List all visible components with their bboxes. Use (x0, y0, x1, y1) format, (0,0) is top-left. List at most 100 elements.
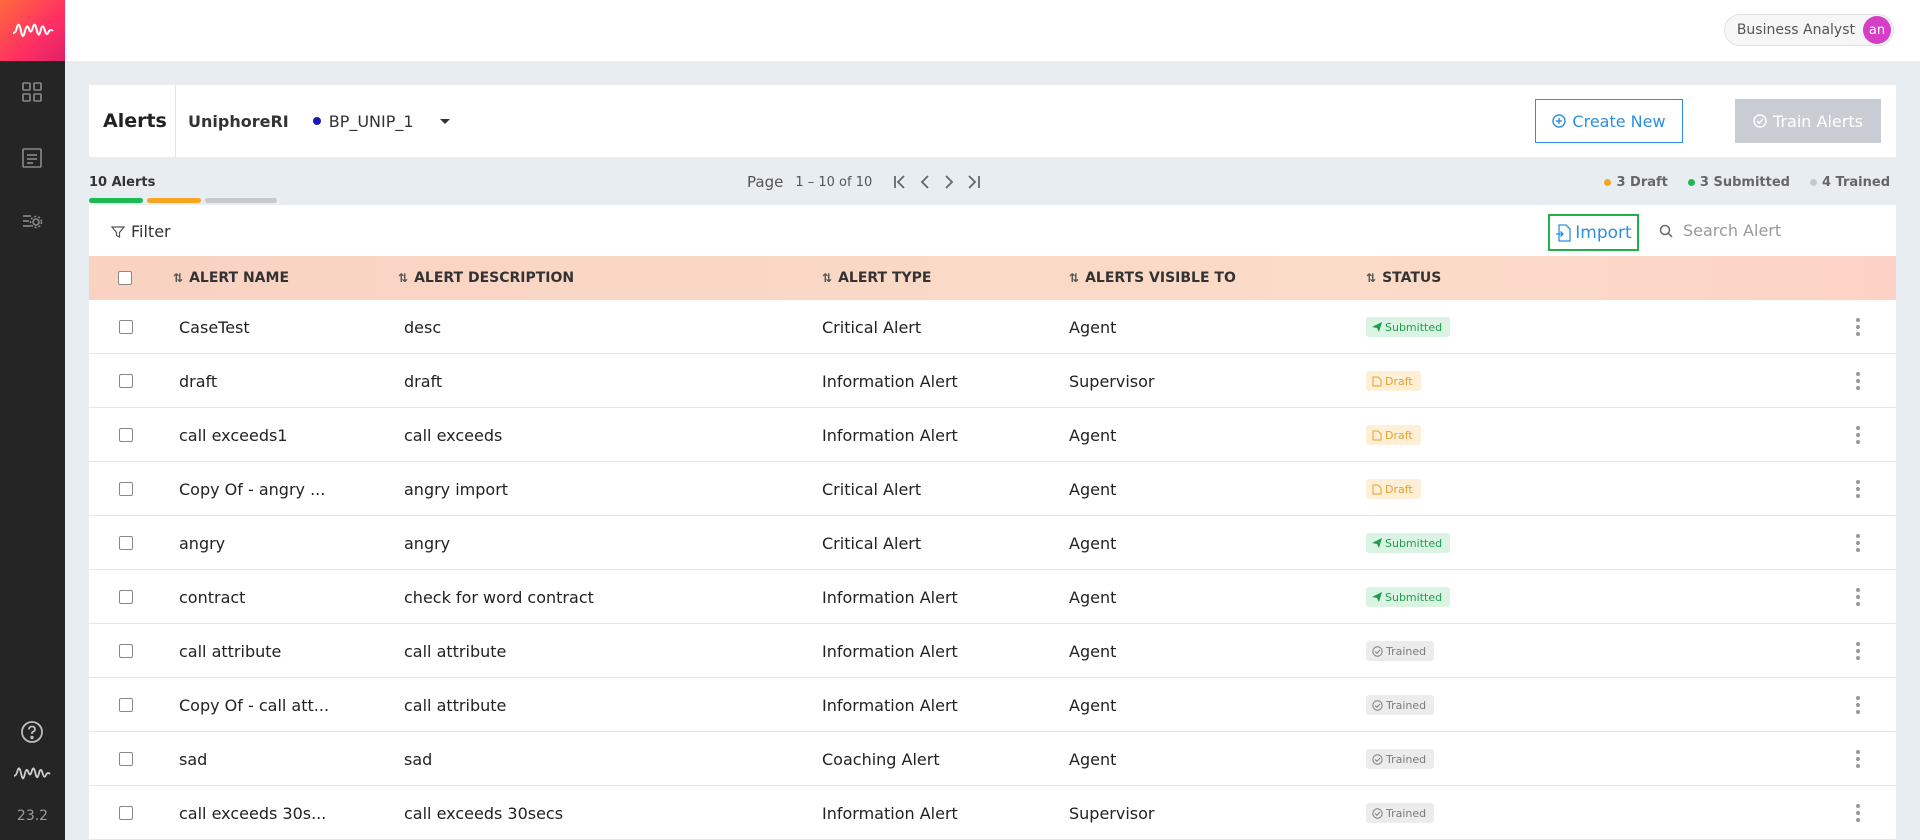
row-checkbox-cell (119, 408, 133, 462)
create-new-button[interactable]: Create New (1535, 99, 1683, 143)
status-cell: Trained (1366, 732, 1435, 786)
select-all-checkbox[interactable] (118, 271, 132, 285)
top-bar: Business Analyst an (65, 0, 1920, 61)
alert-name[interactable]: call exceeds 30s... (179, 786, 326, 840)
alert-description: sad (404, 749, 433, 769)
help-icon[interactable] (20, 720, 44, 744)
table-row[interactable]: Copy Of - angry ... angry import Critical … (89, 462, 1896, 516)
col-alert-name-label: ALERT NAME (189, 270, 290, 286)
status-cell: Submitted (1366, 570, 1451, 624)
row-more-menu[interactable] (1856, 300, 1860, 354)
row-checkbox[interactable] (119, 320, 133, 334)
col-status[interactable]: ⇅ STATUS (1366, 256, 1441, 300)
more-vertical-icon (1856, 588, 1860, 606)
list-icon[interactable] (20, 146, 44, 170)
alert-name[interactable]: CaseTest (179, 300, 250, 354)
user-menu[interactable]: Business Analyst an (1723, 14, 1894, 46)
col-alert-name[interactable]: ⇅ ALERT NAME (173, 256, 289, 300)
alert-name[interactable]: contract (179, 570, 245, 624)
alert-name[interactable]: call attribute (179, 624, 281, 678)
import-button[interactable]: Import (1548, 214, 1639, 251)
row-more-menu[interactable] (1856, 354, 1860, 408)
status-badge: Draft (1366, 479, 1421, 499)
row-checkbox[interactable] (119, 806, 133, 820)
alert-name[interactable]: sad (179, 732, 207, 786)
workspace-select[interactable]: BP_UNIP_1 (312, 112, 450, 131)
more-vertical-icon (1856, 534, 1860, 552)
draft-file-icon (1372, 484, 1382, 494)
row-more-menu[interactable] (1856, 408, 1860, 462)
status-label: Trained (1386, 644, 1427, 658)
avatar: an (1863, 16, 1891, 44)
table-row[interactable]: angry angry Critical Alert Agent Submitted (89, 516, 1896, 570)
row-checkbox[interactable] (119, 698, 133, 712)
submitted-bar (89, 198, 143, 203)
row-checkbox-cell (119, 786, 133, 840)
row-checkbox[interactable] (119, 536, 133, 550)
next-page-icon[interactable] (940, 173, 958, 191)
dashboard-icon[interactable] (20, 80, 44, 104)
alert-name[interactable]: angry (179, 516, 225, 570)
table-row[interactable]: CaseTest desc Critical Alert Agent Submitted (89, 300, 1896, 354)
legend-draft: 3 Draft (1604, 175, 1668, 190)
col-alert-description[interactable]: ⇅ ALERT DESCRIPTION (398, 256, 574, 300)
col-alert-type[interactable]: ⇅ ALERT TYPE (822, 256, 931, 300)
status-badge: Submitted (1366, 533, 1451, 553)
table-row[interactable]: call attribute call attribute Information … (89, 624, 1896, 678)
first-page-icon[interactable] (892, 173, 910, 191)
table-row[interactable]: draft draft Information Alert Supervisor Dra… (89, 354, 1896, 408)
row-checkbox[interactable] (119, 482, 133, 496)
table-row[interactable]: Copy Of - call att... call attribute Infor… (89, 678, 1896, 732)
col-alerts-visible-to[interactable]: ⇅ ALERTS VISIBLE TO (1069, 256, 1236, 300)
alert-name[interactable]: call exceeds1 (179, 408, 287, 462)
alert-visible-to: Agent (1069, 587, 1117, 607)
row-more-menu[interactable] (1856, 624, 1860, 678)
train-alerts-button[interactable]: Train Alerts (1735, 99, 1881, 143)
project-name: UniphoreRI (188, 111, 289, 131)
search-box[interactable]: Search Alert (1659, 221, 1781, 240)
user-role: Business Analyst (1736, 22, 1855, 38)
row-more-menu[interactable] (1856, 516, 1860, 570)
row-more-menu[interactable] (1856, 462, 1860, 516)
left-sidebar: 23.2 (0, 0, 65, 840)
legend-draft-label: 3 Draft (1616, 175, 1668, 190)
row-checkbox[interactable] (119, 374, 133, 388)
select-all-checkbox-cell (118, 256, 132, 300)
more-vertical-icon (1856, 318, 1860, 336)
search-input[interactable]: Search Alert (1683, 221, 1781, 240)
row-checkbox-cell (119, 624, 133, 678)
legend-submitted-label: 3 Submitted (1699, 175, 1790, 190)
alert-type: Information Alert (822, 695, 958, 715)
train-alerts-label: Train Alerts (1773, 111, 1863, 131)
row-checkbox[interactable] (119, 644, 133, 658)
sort-icon: ⇅ (1069, 271, 1080, 285)
last-page-icon[interactable] (964, 173, 982, 191)
status-cell: Submitted (1366, 300, 1451, 354)
alert-name[interactable]: Copy Of - call att... (179, 678, 329, 732)
logo-icon[interactable] (0, 0, 65, 61)
row-checkbox[interactable] (119, 590, 133, 604)
row-more-menu[interactable] (1856, 570, 1860, 624)
alert-name[interactable]: Copy Of - angry ... (179, 462, 325, 516)
row-checkbox[interactable] (119, 428, 133, 442)
row-more-menu[interactable] (1856, 786, 1860, 840)
prev-page-icon[interactable] (916, 173, 934, 191)
settings-list-icon[interactable] (20, 210, 44, 234)
table-row[interactable]: call exceeds 30s... call exceeds 30secs In… (89, 786, 1896, 840)
row-more-menu[interactable] (1856, 732, 1860, 786)
filter-button[interactable]: Filter (111, 222, 171, 241)
status-label: Draft (1385, 428, 1413, 442)
col-alert-description-label: ALERT DESCRIPTION (414, 270, 575, 286)
status-badge: Submitted (1366, 317, 1451, 337)
table-row[interactable]: sad sad Coaching Alert Agent Trained (89, 732, 1896, 786)
more-vertical-icon (1856, 480, 1860, 498)
alert-name[interactable]: draft (179, 354, 217, 408)
alerts-count: 10 Alerts (89, 175, 156, 190)
row-checkbox[interactable] (119, 752, 133, 766)
alert-description: angry import (404, 479, 509, 499)
row-checkbox-cell (119, 732, 133, 786)
row-more-menu[interactable] (1856, 678, 1860, 732)
send-icon (1372, 592, 1382, 602)
table-row[interactable]: contract check for word contract Informati… (89, 570, 1896, 624)
table-row[interactable]: call exceeds1 call exceeds Information Ale… (89, 408, 1896, 462)
